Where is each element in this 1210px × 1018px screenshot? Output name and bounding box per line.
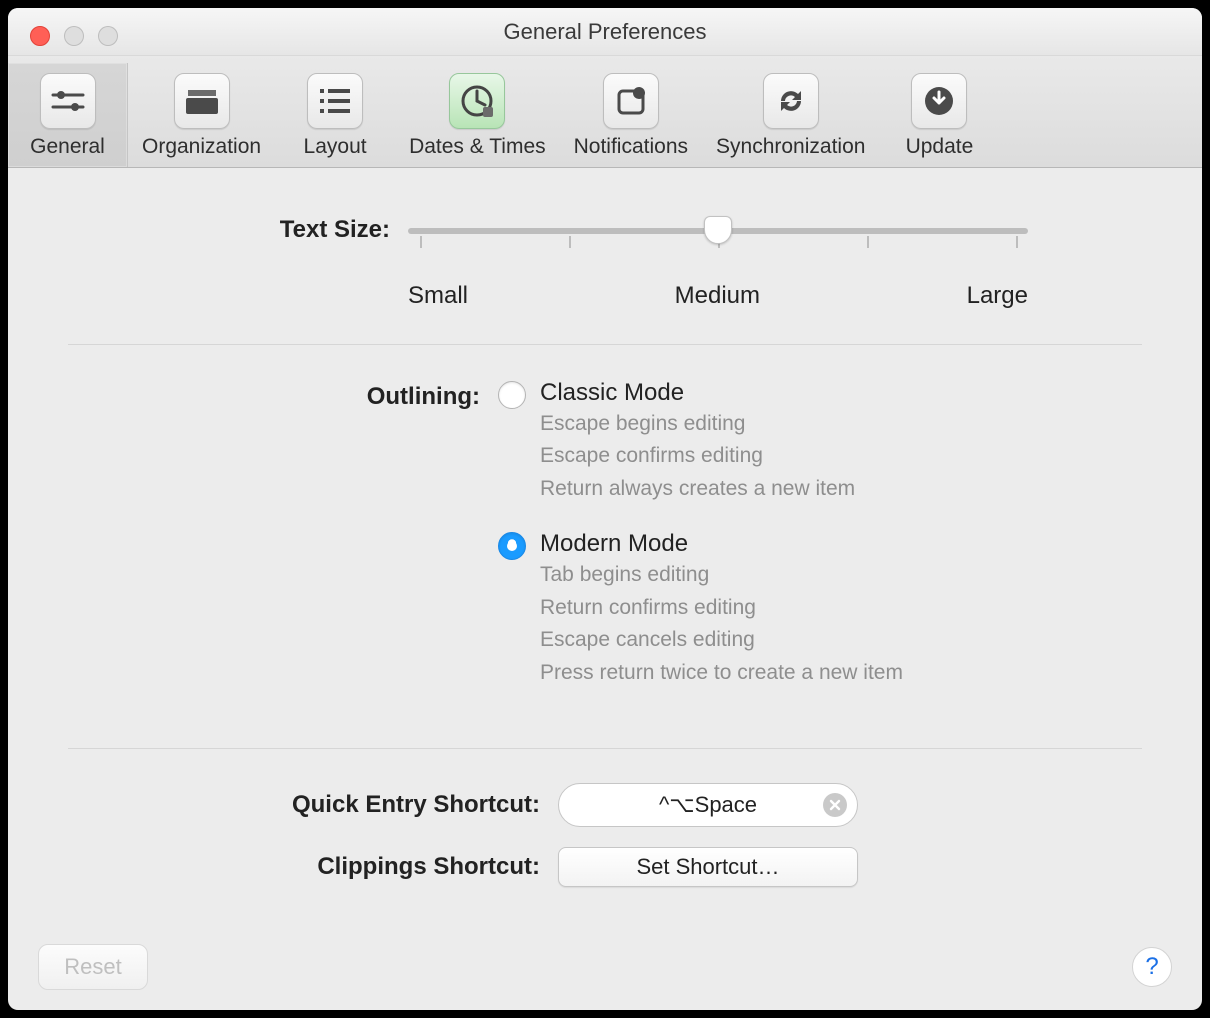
download-icon (911, 73, 967, 129)
tab-label: Notifications (574, 135, 688, 159)
option-desc: Return confirms editing (540, 593, 903, 623)
slider-label-small: Small (408, 282, 468, 310)
tab-general[interactable]: General (8, 63, 128, 167)
content-area: Text Size: Small Medium Large (8, 168, 1202, 887)
option-desc: Escape cancels editing (540, 625, 903, 655)
list-layout-icon (307, 73, 363, 129)
question-icon: ? (1145, 953, 1158, 981)
clear-shortcut-button[interactable] (823, 793, 847, 817)
notification-icon (603, 73, 659, 129)
tab-dates-times[interactable]: Dates & Times (395, 63, 560, 167)
outlining-row: Outlining: Classic Mode Escape begins ed… (68, 379, 1142, 714)
option-desc: Escape confirms editing (540, 441, 855, 471)
tab-organization[interactable]: Organization (128, 63, 275, 167)
zoom-window-button[interactable] (98, 26, 118, 46)
tab-label: General (30, 135, 105, 159)
preferences-window: General Preferences General Organization… (8, 8, 1202, 1010)
help-button[interactable]: ? (1132, 947, 1172, 987)
x-icon (829, 799, 841, 811)
reset-button[interactable]: Reset (38, 944, 148, 990)
tab-label: Dates & Times (409, 135, 546, 159)
clock-icon (449, 73, 505, 129)
close-window-button[interactable] (30, 26, 50, 46)
toolbar: General Organization Layout Dates & Time… (8, 56, 1202, 168)
radio-checked-icon[interactable] (498, 532, 526, 560)
tab-label: Organization (142, 135, 261, 159)
slider-label-large: Large (967, 282, 1028, 310)
slider-labels: Small Medium Large (408, 282, 1028, 310)
tab-layout[interactable]: Layout (275, 63, 395, 167)
window-title: General Preferences (8, 19, 1202, 45)
text-size-slider[interactable] (408, 220, 1028, 248)
slider-thumb[interactable] (704, 216, 732, 244)
sync-icon (763, 73, 819, 129)
slider-label-medium: Medium (675, 282, 760, 310)
footer: Reset ? (8, 924, 1202, 1010)
set-clippings-shortcut-button[interactable]: Set Shortcut… (558, 847, 858, 887)
option-desc: Return always creates a new item (540, 474, 855, 504)
clippings-row: Clippings Shortcut: Set Shortcut… (68, 847, 1142, 887)
sliders-icon (40, 73, 96, 129)
clippings-label: Clippings Shortcut: (68, 853, 558, 881)
tab-synchronization[interactable]: Synchronization (702, 63, 879, 167)
radio-unchecked-icon[interactable] (498, 381, 526, 409)
option-title: Classic Mode (540, 379, 855, 407)
tab-label: Synchronization (716, 135, 865, 159)
tab-label: Update (906, 135, 974, 159)
text-size-label: Text Size: (68, 212, 408, 244)
option-title: Modern Mode (540, 530, 903, 558)
folders-stack-icon (174, 73, 230, 129)
quick-entry-row: Quick Entry Shortcut: ^⌥Space (68, 783, 1142, 827)
quick-entry-label: Quick Entry Shortcut: (68, 791, 558, 819)
outlining-modern-option[interactable]: Modern Mode Tab begins editing Return co… (498, 530, 1142, 688)
quick-entry-shortcut-field[interactable]: ^⌥Space (558, 783, 858, 827)
tab-label: Layout (304, 135, 367, 159)
text-size-row: Text Size: Small Medium Large (68, 212, 1142, 310)
divider (68, 344, 1142, 345)
tab-notifications[interactable]: Notifications (560, 63, 702, 167)
button-label: Set Shortcut… (636, 854, 779, 880)
window-controls (30, 26, 118, 46)
option-desc: Escape begins editing (540, 409, 855, 439)
titlebar: General Preferences (8, 8, 1202, 56)
option-desc: Tab begins editing (540, 560, 903, 590)
divider (68, 748, 1142, 749)
option-desc: Press return twice to create a new item (540, 658, 903, 688)
outlining-classic-option[interactable]: Classic Mode Escape begins editing Escap… (498, 379, 1142, 504)
outlining-label: Outlining: (68, 379, 498, 411)
minimize-window-button[interactable] (64, 26, 84, 46)
tab-update[interactable]: Update (879, 63, 999, 167)
shortcut-value: ^⌥Space (659, 792, 757, 818)
